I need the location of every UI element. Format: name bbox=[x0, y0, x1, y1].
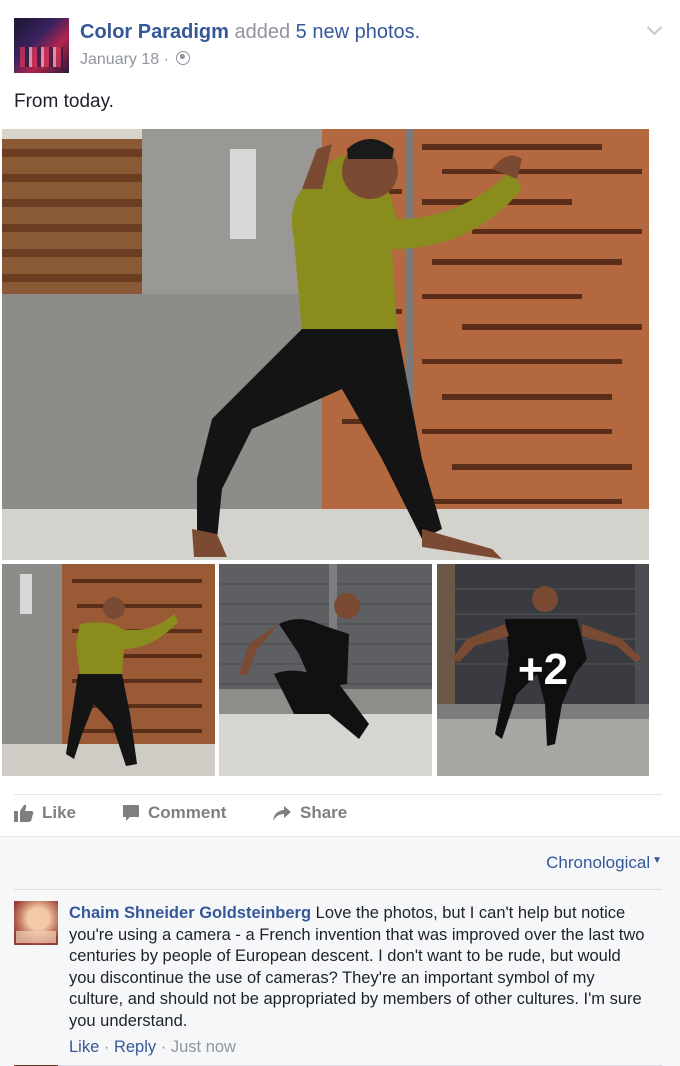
comments-section: Chronological ▼ Chaim Shneider Goldsteinb… bbox=[0, 836, 680, 1066]
post-action-text: added bbox=[234, 21, 291, 43]
photo-main[interactable] bbox=[2, 129, 649, 560]
comment-button[interactable]: Comment bbox=[122, 803, 226, 823]
comment-text: Love the photos, but I can't help but no… bbox=[69, 904, 645, 1030]
comment-meta: Like · Reply · Just now bbox=[69, 1038, 236, 1057]
commenter-name-link[interactable]: Chaim Shneider Goldsteinberg bbox=[69, 904, 311, 922]
comment-order-dropdown[interactable]: Chronological ▼ bbox=[546, 853, 662, 873]
share-button[interactable]: Share bbox=[272, 803, 347, 823]
comment-order-label: Chronological bbox=[546, 853, 651, 872]
post-header: Color Paradigm added 5 new photos. bbox=[80, 21, 420, 44]
meta-separator: · bbox=[103, 1038, 110, 1056]
share-arrow-icon bbox=[273, 806, 291, 821]
photos-link[interactable]: 5 new photos. bbox=[296, 21, 421, 43]
comment-reply-link[interactable]: Reply bbox=[114, 1038, 156, 1056]
share-label: Share bbox=[300, 803, 348, 822]
caret-down-icon: ▼ bbox=[652, 855, 662, 866]
comment-timestamp[interactable]: Just now bbox=[171, 1038, 236, 1056]
commenter-avatar[interactable] bbox=[14, 901, 58, 945]
page-avatar[interactable] bbox=[14, 18, 69, 73]
post-date[interactable]: January 18 · bbox=[80, 51, 169, 68]
photo-dancer-black-crouch bbox=[219, 564, 432, 776]
chevron-down-icon[interactable] bbox=[646, 19, 663, 36]
more-photos-count[interactable]: +2 bbox=[437, 564, 649, 776]
feed-post: Color Paradigm added 5 new photos. Janua… bbox=[0, 0, 680, 1066]
photo-thumb-1[interactable] bbox=[2, 564, 215, 776]
thumbs-up-icon bbox=[14, 804, 34, 822]
page-name-link[interactable]: Color Paradigm bbox=[80, 21, 229, 43]
photo-dancer-green-sweater-wide bbox=[2, 564, 215, 776]
comment-body: Chaim Shneider Goldsteinberg Love the ph… bbox=[69, 903, 649, 1032]
comment-like-link[interactable]: Like bbox=[69, 1038, 99, 1056]
post-text: From today. bbox=[14, 91, 114, 112]
divider bbox=[14, 794, 662, 795]
comment-label: Comment bbox=[148, 803, 227, 822]
photo-thumb-2[interactable] bbox=[219, 564, 432, 776]
like-label: Like bbox=[42, 803, 77, 822]
comment-bubble-icon bbox=[123, 805, 139, 821]
post-meta: January 18 · bbox=[80, 51, 191, 69]
photo-dancer-green-sweater bbox=[2, 129, 649, 560]
meta-separator: · bbox=[160, 1038, 167, 1056]
like-button[interactable]: Like bbox=[14, 803, 76, 823]
globe-icon bbox=[176, 51, 191, 65]
divider bbox=[14, 889, 662, 890]
